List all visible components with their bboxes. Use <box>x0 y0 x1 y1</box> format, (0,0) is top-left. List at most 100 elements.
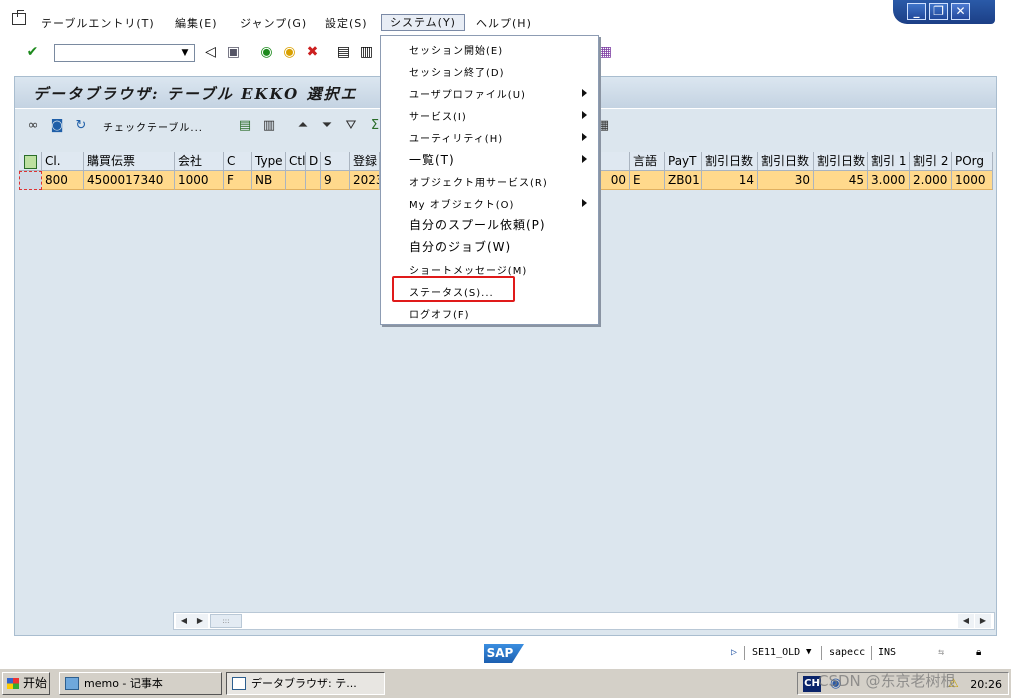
column-header[interactable]: 割引日数 <box>758 152 814 171</box>
table-cell[interactable]: 1000 <box>952 171 993 190</box>
menu-help[interactable]: ヘルプ(H) <box>476 15 532 31</box>
lock-icon[interactable]: 🔒︎ <box>976 647 981 658</box>
column-header[interactable]: Ctl <box>286 152 306 171</box>
column-header[interactable]: 登録日 <box>350 152 380 171</box>
table-cell[interactable]: 2023 <box>350 171 380 190</box>
table-cell[interactable]: E <box>630 171 665 190</box>
menu-item-my-jobs[interactable]: 自分のジョブ(W) <box>409 238 511 255</box>
sort-ascending-icon[interactable]: ⏶ <box>295 118 311 134</box>
status-separator <box>871 646 872 660</box>
taskbar-sap-window[interactable]: データブラウザ: テ... <box>226 672 385 695</box>
column-header[interactable]: D <box>306 152 321 171</box>
select-all-icon[interactable]: ▤ <box>237 118 253 134</box>
menu-expand-icon[interactable] <box>12 10 26 25</box>
status-separator <box>821 646 822 660</box>
table-cell[interactable]: NB <box>252 171 286 190</box>
table-cell[interactable]: 1000 <box>175 171 224 190</box>
scroll-right-icon[interactable]: ▶ <box>975 614 991 628</box>
horizontal-scrollbar[interactable]: ◀ ▶ ::: ◀ ▶ <box>173 612 995 630</box>
menu-item-my-objects[interactable]: My オブジェクト(O) <box>409 196 514 211</box>
minimize-icon[interactable]: _ <box>907 3 926 20</box>
menu-item-logoff[interactable]: ログオフ(F) <box>409 306 470 321</box>
column-header[interactable]: S <box>321 152 350 171</box>
table-cell[interactable]: 9 <box>321 171 350 190</box>
table-cell[interactable]: F <box>224 171 252 190</box>
column-header[interactable]: 言語 <box>630 152 665 171</box>
cancel-icon[interactable]: ✖ <box>304 44 321 61</box>
table-cell[interactable]: 2.000 <box>910 171 952 190</box>
table-cell[interactable]: 45 <box>814 171 868 190</box>
column-header[interactable]: 購買伝票 <box>84 152 175 171</box>
input-mode[interactable]: INS <box>878 647 896 658</box>
table-cell[interactable]: 3.000 <box>868 171 910 190</box>
column-header[interactable]: Type <box>252 152 286 171</box>
scroll-left-icon[interactable]: ◀ <box>958 614 974 628</box>
menu-settings[interactable]: 設定(S) <box>325 15 368 31</box>
column-header[interactable]: 割引日数 <box>814 152 868 171</box>
server-name: sapecc <box>829 647 866 658</box>
menu-table-entry[interactable]: テーブルエントリ(T) <box>41 15 155 31</box>
detail-icon[interactable]: ◙ <box>49 118 65 134</box>
command-field[interactable]: ▼ <box>54 44 195 62</box>
chevron-down-icon[interactable]: ▼ <box>178 46 192 60</box>
glasses-icon[interactable]: ∞ <box>25 118 41 134</box>
menu-item-session-end[interactable]: セッション終了(D) <box>409 64 505 79</box>
start-button[interactable]: 开始 <box>2 672 50 695</box>
menu-system[interactable]: システム(Y) <box>381 14 465 31</box>
column-header[interactable]: PayT <box>665 152 702 171</box>
network-icon[interactable]: ◉ <box>830 676 841 691</box>
transaction-code: SE11_OLD <box>752 647 801 658</box>
menu-item-object-services[interactable]: オブジェクト用サービス(R) <box>409 174 548 189</box>
table-cell[interactable] <box>306 171 321 190</box>
column-header[interactable]: POrg <box>952 152 993 171</box>
chevron-down-icon[interactable]: ▼ <box>806 647 811 657</box>
print-icon[interactable]: ▤ <box>335 44 352 61</box>
check-table-button[interactable]: チェックテーブル... <box>103 119 203 134</box>
menu-item-short-message[interactable]: ショートメッセージ(M) <box>409 262 527 277</box>
save-icon[interactable]: ▣ <box>225 44 242 61</box>
scroll-right-icon[interactable]: ▶ <box>192 614 208 628</box>
column-header[interactable]: 割引 1 <box>868 152 910 171</box>
column-header[interactable]: 会社 <box>175 152 224 171</box>
row-selector[interactable] <box>19 171 42 190</box>
menu-item-list[interactable]: 一覧(T) <box>409 151 455 168</box>
sort-descending-icon[interactable]: ⏷ <box>319 118 335 134</box>
column-header[interactable]: 割引 2 <box>910 152 952 171</box>
menu-edit[interactable]: 編集(E) <box>175 15 218 31</box>
menu-item-utilities[interactable]: ユーティリティ(H) <box>409 130 503 145</box>
back-icon[interactable]: ◉ <box>258 44 275 61</box>
table-cell[interactable]: 4500017340 <box>84 171 175 190</box>
deselect-all-icon[interactable]: ▥ <box>261 118 277 134</box>
menu-item-services[interactable]: サービス(I) <box>409 108 467 123</box>
table-cell[interactable]: 800 <box>42 171 84 190</box>
restore-icon[interactable]: ❐ <box>929 3 948 20</box>
column-header[interactable]: C <box>224 152 252 171</box>
column-header[interactable]: Cl. <box>42 152 84 171</box>
menu-item-user-profile[interactable]: ユーザプロファイル(U) <box>409 86 526 101</box>
language-indicator[interactable]: CH <box>803 676 821 692</box>
layout-icon[interactable]: ▦ <box>597 44 614 61</box>
table-cell[interactable]: ZB01 <box>665 171 702 190</box>
scroll-left-icon[interactable]: ◀ <box>176 614 192 628</box>
table-cell[interactable]: 14 <box>702 171 758 190</box>
close-icon[interactable]: ✕ <box>951 3 970 20</box>
table-cell[interactable] <box>286 171 306 190</box>
find-icon[interactable]: ▥ <box>358 44 375 61</box>
menu-jump[interactable]: ジャンプ(G) <box>240 15 307 31</box>
warning-icon[interactable]: ⚠ <box>948 676 959 690</box>
back-triangle-icon[interactable]: ◁ <box>202 44 219 61</box>
column-header[interactable]: 割引日数 <box>702 152 758 171</box>
submenu-arrow-icon <box>582 155 587 163</box>
grid-settings-icon[interactable] <box>19 152 42 171</box>
submenu-arrow-icon <box>582 133 587 141</box>
taskbar-notepad[interactable]: memo - 记事本 <box>59 672 222 695</box>
filter-icon[interactable]: ⛛ <box>343 118 359 134</box>
table-cell[interactable]: 30 <box>758 171 814 190</box>
menu-item-my-spool-requests[interactable]: 自分のスプール依頼(P) <box>409 216 546 233</box>
enter-check-icon[interactable]: ✔ <box>24 44 41 61</box>
scrollbar-thumb[interactable]: ::: <box>210 614 242 628</box>
menu-item-session-start[interactable]: セッション開始(E) <box>409 42 503 57</box>
refresh-icon[interactable]: ↻ <box>73 118 89 134</box>
exit-icon[interactable]: ◉ <box>281 44 298 61</box>
status-toggle-icon[interactable]: ▷ <box>731 647 737 658</box>
